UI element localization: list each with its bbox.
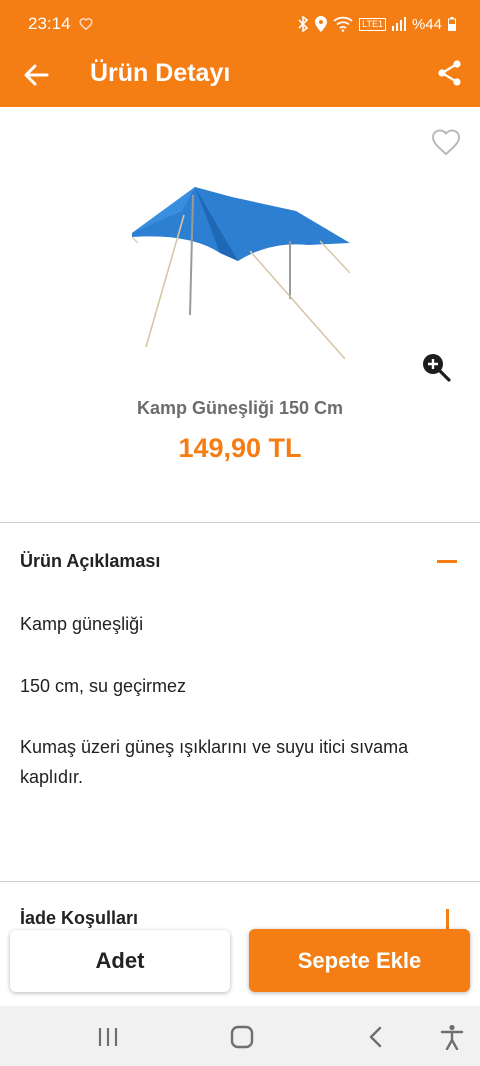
add-to-cart-button[interactable]: Sepete Ekle — [249, 929, 470, 992]
back-nav-icon[interactable] — [362, 1024, 390, 1050]
bluetooth-icon — [298, 16, 309, 32]
status-time: 23:14 — [28, 14, 71, 33]
heart-outline-icon[interactable] — [430, 127, 462, 157]
app-bar: Ürün Detayı — [0, 48, 480, 107]
description-line-3: Kumaş üzeri güneş ışıklarını ve suyu iti… — [20, 737, 409, 787]
arrow-left-icon[interactable] — [22, 61, 50, 89]
share-icon[interactable] — [436, 59, 464, 87]
signal-icon — [391, 17, 406, 31]
page-title: Ürün Detayı — [90, 59, 231, 87]
wifi-icon — [333, 16, 353, 32]
battery-icon — [448, 17, 456, 31]
home-icon[interactable] — [228, 1024, 256, 1050]
product-name: Kamp Güneşliği 150 Cm — [136, 398, 344, 418]
product-image — [131, 187, 351, 360]
bottom-actions: Adet Sepete Ekle — [0, 922, 480, 1006]
status-bar: 23:14 LTE1 %44 — [0, 0, 480, 48]
heart-status-icon — [78, 18, 93, 31]
description-header[interactable]: Ürün Açıklaması — [20, 551, 160, 572]
product-price: 149,90 TL — [178, 433, 302, 463]
quantity-button[interactable]: Adet — [10, 930, 230, 992]
description-line-1: Kamp güneşliği — [20, 614, 144, 634]
zoom-in-icon[interactable] — [420, 351, 452, 383]
tarp-shade-drawing — [131, 187, 351, 360]
lte-label: LTE1 — [359, 17, 386, 31]
accessibility-icon[interactable] — [438, 1024, 466, 1050]
description-line-2: 150 cm, su geçirmez — [20, 676, 187, 696]
collapse-minus-icon[interactable] — [437, 560, 457, 563]
location-icon — [315, 16, 328, 32]
status-left: 23:14 — [28, 14, 93, 34]
recent-apps-icon[interactable] — [94, 1024, 122, 1050]
status-right: LTE1 %44 — [297, 16, 456, 33]
battery-percent: %44 — [411, 15, 442, 33]
system-nav-bar — [0, 1006, 480, 1066]
divider-top — [0, 522, 480, 523]
